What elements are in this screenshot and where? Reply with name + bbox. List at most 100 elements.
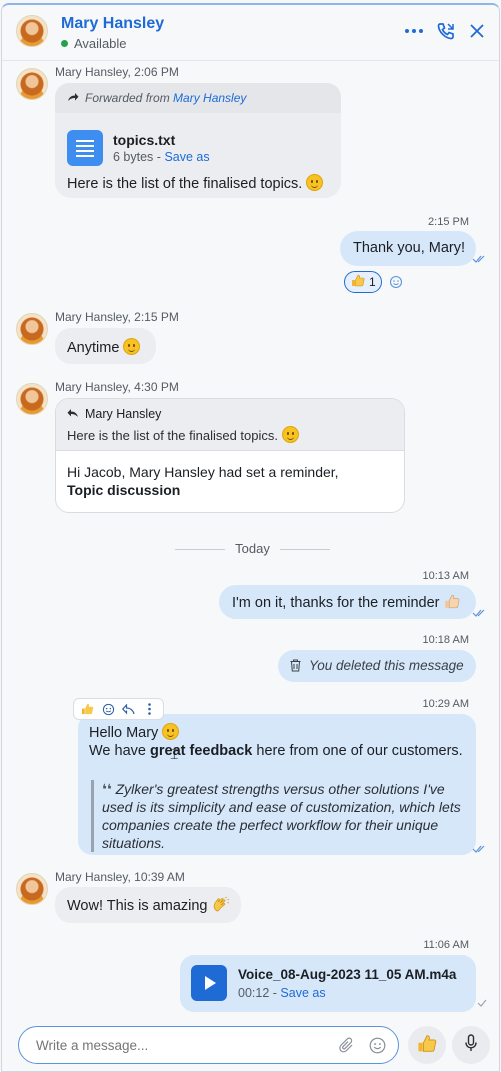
microphone-icon	[464, 1034, 478, 1056]
reminder-text: Hi Jacob, Mary Hansley had set a reminde…	[56, 451, 404, 499]
message-composer[interactable]	[18, 1026, 399, 1064]
voice-message-bubble[interactable]: Voice_08-Aug-2023 11_05 AM.m4a 00:12 - S…	[180, 955, 476, 1012]
line-bold: great feedback	[150, 743, 253, 759]
message-time: 11:06 AM	[423, 939, 469, 951]
read-receipt-icon	[472, 609, 485, 617]
sender-avatar[interactable]	[16, 68, 48, 100]
save-as-link[interactable]: Save as	[280, 986, 325, 1000]
attachment-icon[interactable]	[339, 1037, 355, 1058]
voice-file-info: 00:12 - Save as	[238, 986, 326, 1000]
quoted-feedback: ❛❛ Zylker's greatest strengths versus ot…	[91, 780, 467, 852]
deleted-message-text: You deleted this message	[309, 658, 464, 673]
message-text-content: Here is the list of the finalised topics…	[67, 176, 303, 192]
send-thumbs-up-button[interactable]	[408, 1026, 446, 1064]
replied-to-quote[interactable]: Mary Hansley Here is the list of the fin…	[56, 399, 404, 451]
forwarded-prefix: Forwarded from	[85, 91, 170, 105]
document-icon[interactable]	[67, 130, 103, 166]
message-hover-toolbar	[73, 698, 164, 720]
line-suffix: here from one of our customers.	[256, 743, 463, 759]
thumbs-up-icon[interactable]	[79, 701, 95, 717]
message-time: 2:15 PM	[134, 310, 179, 324]
trash-icon	[290, 659, 301, 676]
message-text: I'm on it, thanks for the reminder	[232, 594, 460, 611]
sender-name: Mary Hansley,	[55, 380, 131, 394]
save-as-link[interactable]: Save as	[164, 150, 209, 164]
thumbs-up-icon	[417, 1034, 437, 1057]
forward-icon	[67, 91, 79, 105]
replied-to-text-content: Here is the list of the finalised topics…	[67, 428, 278, 443]
greeting-text: Hello Mary	[89, 725, 159, 741]
forwarded-from-link[interactable]: Mary Hansley	[173, 91, 246, 105]
message-input[interactable]	[36, 1038, 326, 1053]
more-icon[interactable]	[404, 21, 424, 41]
message-greeting: Hello Mary	[89, 723, 180, 741]
date-divider: Today	[175, 541, 330, 556]
message-text: Here is the list of the finalised topics…	[67, 174, 324, 192]
replied-to-text: Here is the list of the finalised topics…	[67, 426, 393, 443]
add-reaction-icon[interactable]	[100, 701, 116, 717]
voice-file-name[interactable]: Voice_08-Aug-2023 11_05 AM.m4a	[238, 967, 456, 982]
sender-avatar[interactable]	[16, 313, 48, 345]
message-text: Wow! This is amazing	[67, 896, 230, 914]
sender-avatar[interactable]	[16, 873, 48, 905]
message-bubble-incoming[interactable]: Wow! This is amazing	[55, 887, 241, 923]
sent-tick-icon	[477, 999, 487, 1007]
voice-record-button[interactable]	[452, 1026, 490, 1064]
add-reaction-icon[interactable]	[389, 275, 403, 289]
message-bubble-outgoing[interactable]: I'm on it, thanks for the reminder	[219, 585, 476, 619]
smile-emoji-icon	[281, 426, 299, 443]
message-time: 10:13 AM	[422, 570, 469, 582]
message-time: 10:18 AM	[422, 634, 469, 646]
read-receipt-icon	[472, 845, 485, 853]
sender-name: Mary Hansley,	[55, 65, 131, 79]
file-size: 6 bytes	[113, 150, 154, 164]
message-bubble-outgoing[interactable]: Hello Mary We have great feedback here f…	[78, 714, 476, 855]
message-bubble-incoming[interactable]: Forwarded from Mary Hansley topics.txt 6…	[55, 83, 341, 198]
status-text: Available	[74, 36, 127, 51]
thumbs-up-emoji-icon	[444, 594, 460, 611]
separator: -	[156, 150, 161, 164]
line-prefix: We have	[89, 743, 146, 759]
thumbs-up-icon	[351, 274, 365, 290]
clapping-hands-emoji-icon	[212, 896, 230, 914]
file-info: 6 bytes - Save as	[113, 150, 210, 164]
close-icon[interactable]	[467, 21, 487, 41]
separator: -	[272, 986, 277, 1000]
message-line: We have great feedback here from one of …	[89, 743, 463, 759]
message-text-content: I'm on it, thanks for the reminder	[232, 595, 440, 611]
message-text-content: Anytime	[67, 340, 120, 356]
sender-avatar[interactable]	[16, 383, 48, 415]
reminder-line: Hi Jacob, Mary Hansley had set a reminde…	[67, 464, 339, 480]
thumbs-up-reaction[interactable]: 1	[344, 271, 382, 293]
message-text: Thank you, Mary!	[353, 240, 466, 256]
emoji-picker-icon[interactable]	[369, 1037, 386, 1058]
contact-name[interactable]: Mary Hansley	[61, 15, 164, 33]
smile-emoji-icon	[306, 174, 324, 191]
message-bubble-outgoing[interactable]: Thank you, Mary!	[340, 231, 476, 266]
smile-emoji-icon	[162, 723, 180, 740]
message-time: 2:06 PM	[134, 65, 179, 79]
play-icon[interactable]	[191, 965, 227, 1001]
message-time: 2:15 PM	[428, 216, 469, 228]
file-name[interactable]: topics.txt	[113, 132, 175, 148]
message-meta: Mary Hansley, 4:30 PM	[55, 380, 179, 394]
reminder-title: Topic discussion	[67, 482, 181, 498]
message-text-content: Wow! This is amazing	[67, 898, 208, 914]
text-cursor-icon: ⌶	[170, 746, 179, 762]
message-bubble-incoming[interactable]: Anytime	[55, 328, 156, 364]
contact-avatar[interactable]	[16, 15, 48, 47]
message-time: 10:39 AM	[134, 870, 185, 884]
chat-header: Mary Hansley Available	[2, 5, 499, 61]
read-receipt-icon	[472, 255, 485, 263]
status-available-icon	[61, 40, 68, 47]
chat-window: Mary Hansley Available Mary Hansley, 2:0…	[1, 3, 500, 1072]
reply-icon[interactable]	[121, 701, 137, 717]
reply-icon	[67, 407, 79, 421]
deleted-message-bubble[interactable]: You deleted this message	[278, 650, 476, 682]
message-text: Anytime	[67, 338, 141, 356]
call-icon[interactable]	[436, 21, 456, 41]
replied-to-name: Mary Hansley	[85, 407, 162, 421]
more-options-icon[interactable]	[142, 701, 158, 717]
reaction-count: 1	[369, 275, 376, 289]
reply-message-card[interactable]: Mary Hansley Here is the list of the fin…	[55, 398, 405, 513]
